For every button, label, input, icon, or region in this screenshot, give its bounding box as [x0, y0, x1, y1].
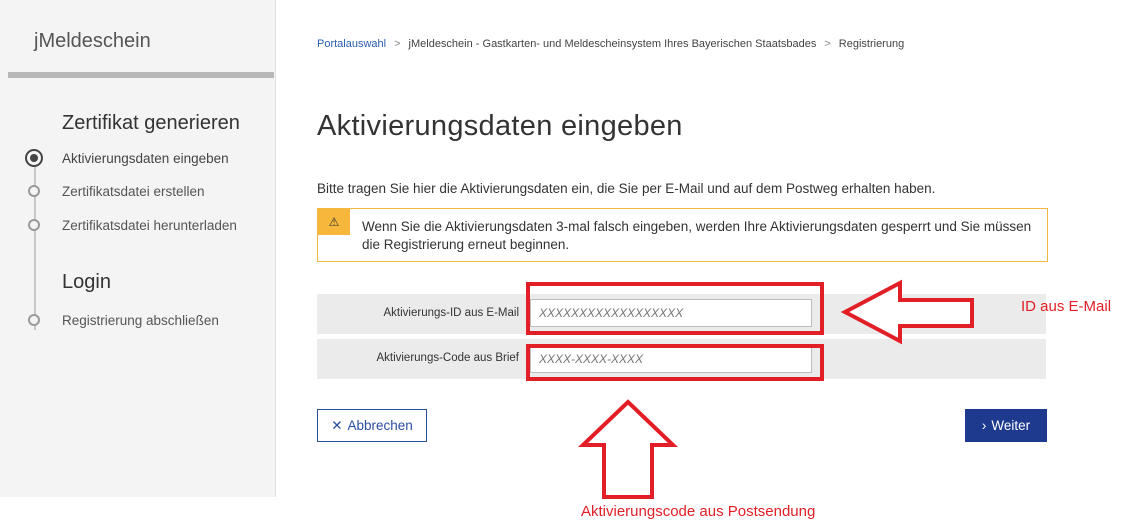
annotation-arrow-left-icon [840, 279, 974, 345]
annotation-arrow-up-icon [578, 399, 678, 499]
annotation-arrows [578, 279, 974, 499]
annotation-code-note: Aktivierungscode aus Postsendung [581, 503, 816, 520]
annotation-id-note: ID aus E-Mail [1021, 298, 1112, 315]
